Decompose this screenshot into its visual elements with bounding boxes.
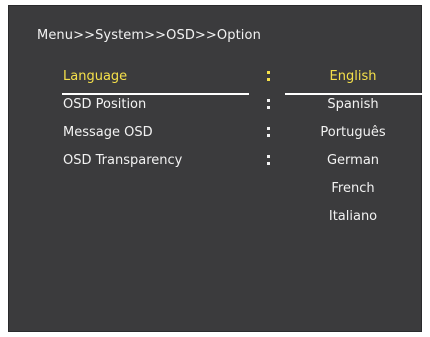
- value-portugues[interactable]: Português: [285, 125, 421, 147]
- value-spanish[interactable]: Spanish: [285, 97, 421, 119]
- colon-separator: [265, 70, 273, 84]
- breadcrumb: Menu>>System>>OSD>>Option: [37, 28, 261, 43]
- selected-value-underline: [285, 93, 422, 95]
- option-osd-position[interactable]: OSD Position: [63, 97, 243, 119]
- option-message-osd[interactable]: Message OSD: [63, 125, 243, 147]
- colon-separator: [265, 98, 273, 112]
- value-italiano[interactable]: Italiano: [285, 209, 421, 231]
- colon-separator: [265, 126, 273, 140]
- option-osd-transparency[interactable]: OSD Transparency: [63, 153, 243, 175]
- colon-separator: [265, 154, 273, 168]
- option-language[interactable]: Language: [63, 69, 243, 91]
- value-french[interactable]: French: [285, 181, 421, 203]
- osd-menu-panel: Menu>>System>>OSD>>Option Language OSD P…: [8, 5, 422, 332]
- value-english[interactable]: English: [285, 69, 421, 91]
- value-german[interactable]: German: [285, 153, 421, 175]
- selected-option-underline: [62, 93, 249, 95]
